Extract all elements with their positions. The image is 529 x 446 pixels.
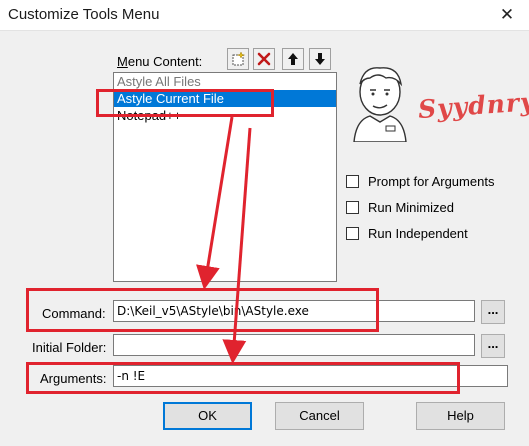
menu-content-label-accel: M bbox=[117, 54, 128, 69]
arguments-label: Arguments: bbox=[40, 371, 107, 386]
initial-folder-label: Initial Folder: bbox=[32, 340, 107, 355]
command-browse-button[interactable]: ... bbox=[481, 300, 505, 324]
arguments-field[interactable]: -n !E bbox=[113, 365, 508, 387]
delete-icon bbox=[257, 52, 271, 66]
run-independent-checkbox[interactable] bbox=[346, 226, 359, 240]
title-bar: Customize Tools Menu ✕ bbox=[0, 0, 529, 31]
arrow-down-icon bbox=[315, 53, 325, 65]
new-item-button[interactable] bbox=[227, 48, 249, 70]
menu-content-label: Menu Content: bbox=[117, 54, 202, 69]
move-down-button[interactable] bbox=[309, 48, 331, 70]
arrow-up-icon bbox=[288, 53, 298, 65]
avatar bbox=[353, 67, 407, 142]
signature-logo: Syydnrycz bbox=[417, 84, 529, 125]
command-label: Command: bbox=[42, 306, 106, 321]
window-title: Customize Tools Menu bbox=[8, 6, 160, 23]
run-independent-option[interactable]: Run Independent bbox=[346, 224, 468, 242]
run-minimized-checkbox[interactable] bbox=[346, 200, 359, 214]
initial-folder-field[interactable] bbox=[113, 334, 475, 356]
ok-button[interactable]: OK bbox=[163, 402, 252, 430]
close-button[interactable]: ✕ bbox=[495, 4, 519, 26]
help-button[interactable]: Help bbox=[416, 402, 505, 430]
run-minimized-option[interactable]: Run Minimized bbox=[346, 198, 454, 216]
menu-content-label-rest: enu Content: bbox=[127, 54, 203, 69]
cancel-button[interactable]: Cancel bbox=[275, 402, 364, 430]
run-minimized-label: Run Minimized bbox=[368, 199, 454, 215]
initial-folder-browse-button[interactable]: ... bbox=[481, 334, 505, 358]
list-item[interactable]: Notepad++ bbox=[114, 107, 336, 124]
menu-content-list[interactable]: Astyle All Files Astyle Current File Not… bbox=[113, 72, 337, 282]
delete-item-button[interactable] bbox=[253, 48, 275, 70]
list-item-selected[interactable]: Astyle Current File bbox=[114, 90, 336, 107]
list-item[interactable]: Astyle All Files bbox=[114, 73, 336, 90]
prompt-for-arguments-option[interactable]: Prompt for Arguments bbox=[346, 172, 494, 190]
move-up-button[interactable] bbox=[282, 48, 304, 70]
prompt-for-arguments-checkbox[interactable] bbox=[346, 174, 359, 188]
new-icon bbox=[232, 51, 246, 66]
prompt-for-arguments-label: Prompt for Arguments bbox=[368, 173, 495, 189]
run-independent-label: Run Independent bbox=[368, 225, 468, 241]
command-field[interactable]: D:\Keil_v5\AStyle\bin\AStyle.exe bbox=[113, 300, 475, 322]
